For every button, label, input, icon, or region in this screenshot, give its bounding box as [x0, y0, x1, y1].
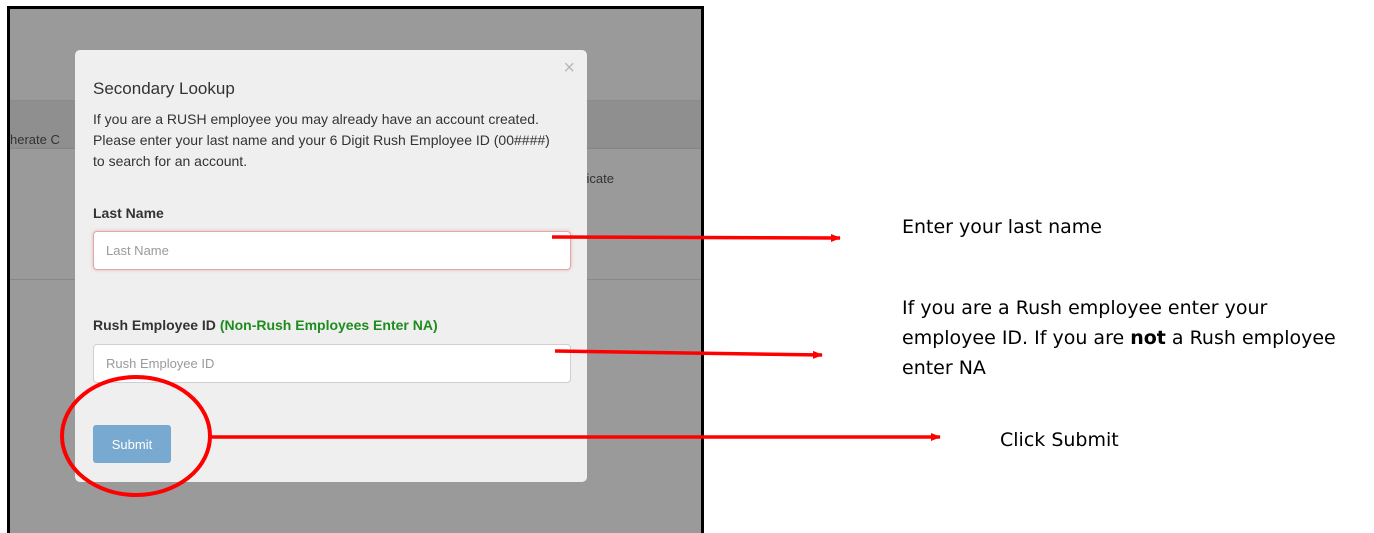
- last-name-label: Last Name: [93, 205, 164, 221]
- employee-id-instruction: If you are a Rush employee enter your em…: [902, 293, 1342, 383]
- employee-id-label: Rush Employee ID (Non-Rush Employees Ent…: [93, 317, 438, 333]
- close-icon[interactable]: ×: [563, 58, 575, 78]
- submit-button[interactable]: Submit: [93, 425, 171, 463]
- screenshot-frame: herate C ificate × Secondary Lookup If y…: [7, 6, 704, 533]
- submit-instruction: Click Submit: [1000, 429, 1119, 451]
- tutorial-screenshot: herate C ificate × Secondary Lookup If y…: [0, 0, 1374, 533]
- employee-id-note: (Non-Rush Employees Enter NA): [219, 317, 438, 333]
- modal-title: Secondary Lookup: [93, 79, 235, 98]
- employee-id-input[interactable]: [93, 344, 571, 383]
- background-tab-text: herate C: [10, 132, 60, 147]
- employee-id-instruction-bold: not: [1130, 327, 1166, 349]
- employee-id-label-text: Rush Employee ID: [93, 317, 216, 333]
- modal-description: If you are a RUSH employee you may alrea…: [93, 111, 550, 169]
- last-name-instruction: Enter your last name: [902, 216, 1102, 238]
- secondary-lookup-modal: × Secondary Lookup If you are a RUSH emp…: [75, 50, 587, 482]
- last-name-input[interactable]: [93, 231, 571, 270]
